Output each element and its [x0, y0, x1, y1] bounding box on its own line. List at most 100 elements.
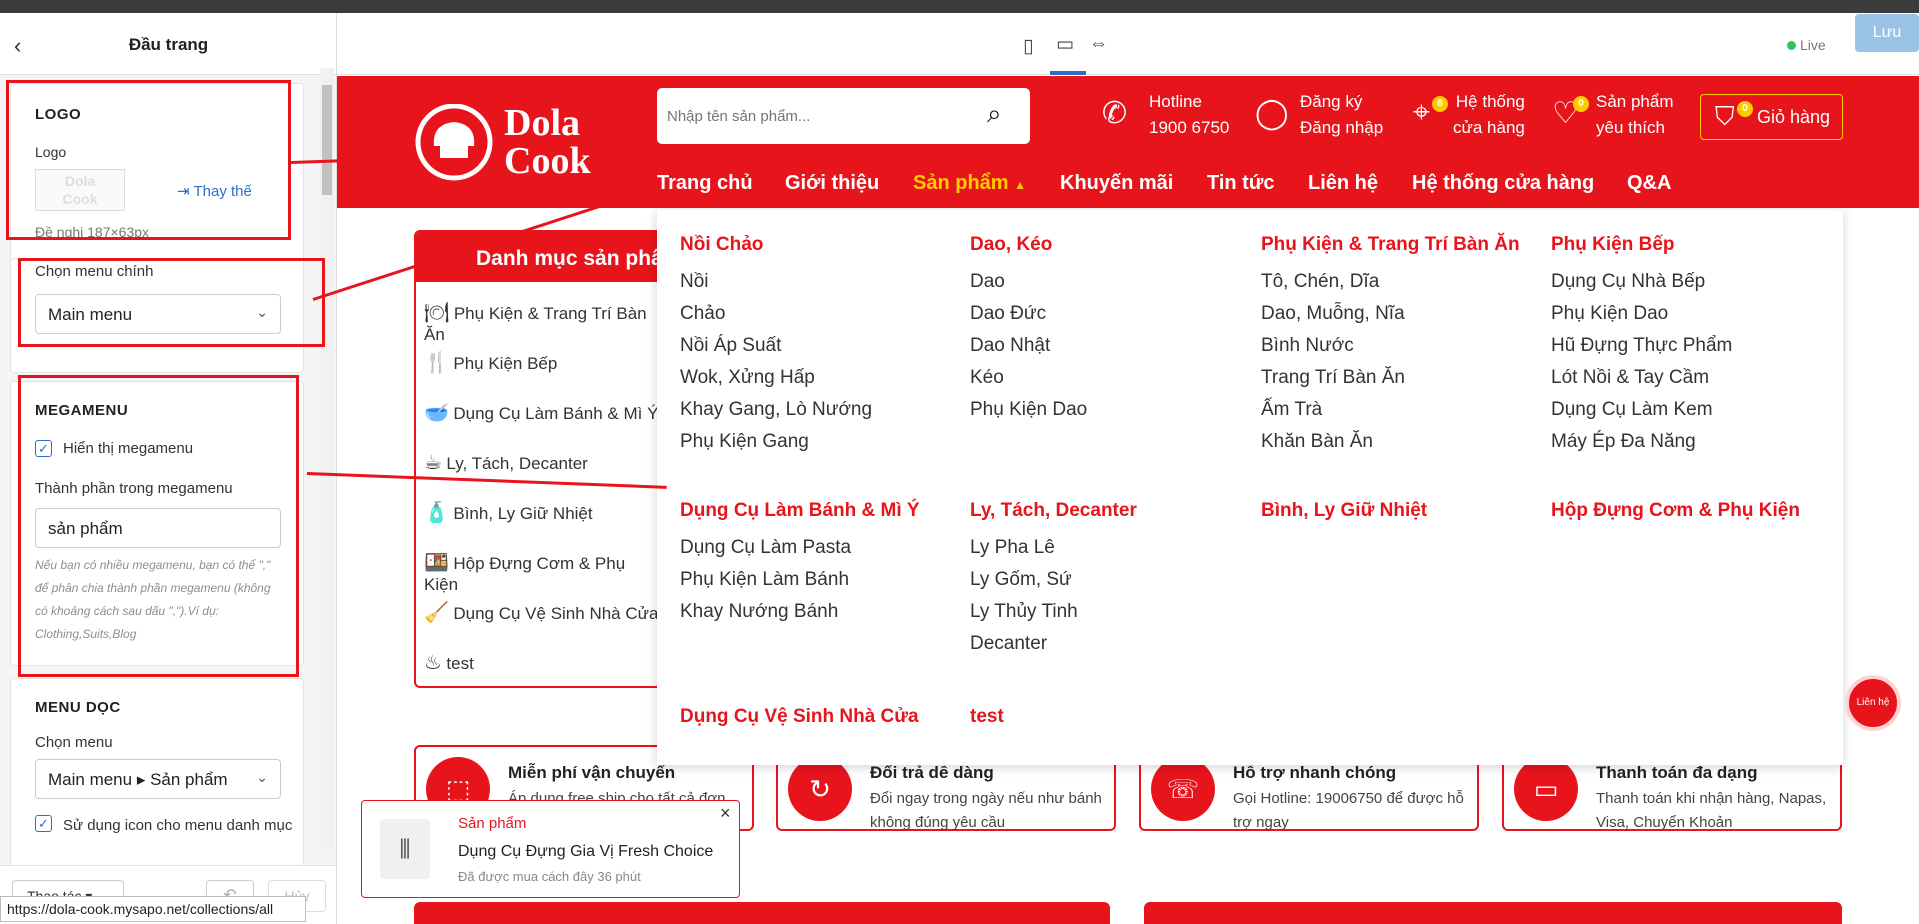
mega-item[interactable]: Ly Thủy Tinh	[970, 596, 1137, 628]
purchase-notification: ⫴ Sản phẩm Dụng Cụ Đựng Gia Vị Fresh Cho…	[361, 800, 740, 898]
mega-item[interactable]: Dao Nhật	[970, 330, 1087, 362]
logo-text-line2: Cook	[504, 140, 591, 182]
credit-card-icon: ▭	[1514, 757, 1578, 821]
favorites-block[interactable]: Sản phẩm yêu thích	[1596, 89, 1674, 141]
category-item[interactable]: 🧹 Dụng Cụ Vệ Sinh Nhà Cửa	[424, 600, 658, 625]
mega-item[interactable]: Ly Gốm, Sứ	[970, 564, 1137, 596]
mega-item[interactable]: Khăn Bàn Ăn	[1261, 426, 1520, 458]
feature-desc: Đổi ngay trong ngày nếu như bánh không đ…	[870, 790, 1102, 831]
lunchbox-icon: 🍱	[424, 552, 449, 574]
nav-about[interactable]: Giới thiệu	[785, 172, 879, 195]
active-view-indicator	[1050, 71, 1086, 75]
chevron-down-icon: ⌄	[256, 769, 268, 785]
fullwidth-view-icon[interactable]: ⇔	[1089, 33, 1108, 55]
category-sidebar: Danh mục sản phẩm 🍽 Phụ Kiện & Trang Trí…	[414, 230, 662, 688]
account-block[interactable]: Đăng ký Đăng nhập	[1300, 89, 1383, 141]
site-search-input[interactable]	[667, 96, 967, 136]
mega-heading[interactable]: Bình, Ly Giữ Nhiệt	[1261, 500, 1427, 522]
mega-item[interactable]: Dao Đức	[970, 298, 1087, 330]
mega-column: Dao, Kéo Dao Dao Đức Dao Nhật Kéo Phụ Ki…	[970, 234, 1087, 426]
mega-item[interactable]: Bình Nước	[1261, 330, 1520, 362]
mega-item[interactable]: Ly Pha Lê	[970, 532, 1137, 564]
mega-item[interactable]: Trang Trí Bàn Ăn	[1261, 362, 1520, 394]
vertical-menu-card: MENU DỌC Chọn menu Main menu ▸ Sản phẩm ⌄…	[10, 678, 304, 878]
category-item[interactable]: 🍴 Phụ Kiện Bếp	[424, 350, 557, 375]
category-item[interactable]: 🍱 Hộp Đựng Cơm & Phụ Kiện	[424, 550, 660, 595]
notification-product[interactable]: Dụng Cụ Đựng Gia Vị Fresh Choice	[458, 843, 713, 861]
mega-item[interactable]: Phụ Kiện Gang	[680, 426, 872, 458]
mega-heading[interactable]: Dụng Cụ Làm Bánh & Mì Ý	[680, 500, 920, 522]
mega-item[interactable]: Nồi	[680, 266, 872, 298]
mega-item[interactable]: Kéo	[970, 362, 1087, 394]
mega-heading[interactable]: Dao, Kéo	[970, 234, 1087, 256]
nav-contact[interactable]: Liên hệ	[1308, 172, 1378, 195]
feature-title: Miễn phí vận chuyển	[508, 763, 676, 782]
chef-hat-small-icon: ♨	[424, 652, 442, 674]
desktop-view-icon[interactable]: ▭	[1056, 33, 1074, 56]
mega-heading[interactable]: test	[970, 706, 1004, 728]
status-url: https://dola-cook.mysapo.net/collections…	[0, 896, 306, 922]
cart-button[interactable]: ⛉ 0 Giỏ hàng	[1700, 94, 1843, 140]
nav-stores[interactable]: Hệ thống cửa hàng	[1412, 172, 1594, 195]
baking-bowl-icon: 🥣	[424, 402, 449, 424]
save-button[interactable]: Lưu	[1855, 14, 1919, 52]
nav-products[interactable]: Sản phẩm ▲	[913, 172, 1026, 195]
mega-item[interactable]: Khay Gang, Lò Nướng	[680, 394, 872, 426]
nav-promotions[interactable]: Khuyến mãi	[1060, 172, 1173, 195]
mobile-view-icon[interactable]: ▯	[1023, 35, 1033, 58]
mega-item[interactable]: Phụ Kiện Làm Bánh	[680, 564, 920, 596]
caret-up-icon: ▲	[1014, 178, 1027, 192]
nav-home[interactable]: Trang chủ	[657, 172, 753, 195]
product-thumbnail: ⫴	[380, 819, 430, 879]
mega-heading[interactable]: Phụ Kiện Bếp	[1551, 234, 1732, 256]
mega-item[interactable]: Máy Ép Đa Năng	[1551, 426, 1732, 458]
mega-item[interactable]: Ấm Trà	[1261, 394, 1520, 426]
category-item[interactable]: 🍽 Phụ Kiện & Trang Trí Bàn Ăn	[424, 300, 660, 345]
mega-heading[interactable]: Nồi Chảo	[680, 234, 872, 256]
hotline-block[interactable]: Hotline 1900 6750	[1149, 89, 1229, 141]
mega-item[interactable]: Chảo	[680, 298, 872, 330]
mega-heading[interactable]: Ly, Tách, Decanter	[970, 500, 1137, 522]
mega-item[interactable]: Nồi Áp Suất	[680, 330, 872, 362]
site-logo[interactable]: Dola Cook	[412, 104, 632, 184]
category-item[interactable]: 🥣 Dụng Cụ Làm Bánh & Mì Ý	[424, 400, 658, 425]
cleaning-icon: 🧹	[424, 602, 449, 624]
mega-column: Phụ Kiện & Trang Trí Bàn Ăn Tô, Chén, Dĩ…	[1261, 234, 1520, 458]
table-setting-icon: 🍽	[424, 302, 450, 324]
vertical-menu-select[interactable]: Main menu ▸ Sản phẩm ⌄	[35, 759, 281, 799]
mega-item[interactable]: Dụng Cụ Làm Kem	[1551, 394, 1732, 426]
stores-block[interactable]: Hệ thống cửa hàng	[1453, 89, 1525, 141]
feature-desc: Thanh toán khi nhận hàng, Napas, Visa, C…	[1596, 790, 1827, 831]
mega-heading[interactable]: Dụng Cụ Vệ Sinh Nhà Cửa	[680, 706, 919, 728]
nav-news[interactable]: Tin tức	[1207, 172, 1274, 195]
mega-item[interactable]: Dao	[970, 266, 1087, 298]
live-label: Live	[1800, 37, 1826, 53]
mega-column: Bình, Ly Giữ Nhiệt	[1261, 500, 1427, 522]
mega-list: Ly Pha Lê Ly Gốm, Sứ Ly Thủy Tinh Decant…	[970, 532, 1137, 660]
contact-chat-button[interactable]: Liên hệ	[1845, 675, 1901, 731]
mega-item[interactable]: Hũ Đựng Thực Phẩm	[1551, 330, 1732, 362]
use-icon-checkbox[interactable]: ✓	[35, 815, 52, 832]
search-icon[interactable]: ⌕	[987, 98, 1002, 130]
category-item[interactable]: ☕ Ly, Tách, Decanter	[424, 450, 588, 475]
mega-item[interactable]: Tô, Chén, Dĩa	[1261, 266, 1520, 298]
mega-item[interactable]: Dao, Muỗng, Nĩa	[1261, 298, 1520, 330]
mega-item[interactable]: Wok, Xửng Hấp	[680, 362, 872, 394]
mega-item[interactable]: Decanter	[970, 628, 1137, 660]
mega-item[interactable]: Dụng Cụ Nhà Bếp	[1551, 266, 1732, 298]
mega-item[interactable]: Dụng Cụ Làm Pasta	[680, 532, 920, 564]
support-agent-icon: ☏	[1151, 757, 1215, 821]
section-banner	[1144, 902, 1842, 924]
mega-heading[interactable]: Phụ Kiện & Trang Trí Bàn Ăn	[1261, 234, 1520, 256]
mega-item[interactable]: Phụ Kiện Dao	[970, 394, 1087, 426]
mega-item[interactable]: Phụ Kiện Dao	[1551, 298, 1732, 330]
mega-heading[interactable]: Hộp Đựng Cơm & Phụ Kiện	[1551, 500, 1800, 522]
nav-qa[interactable]: Q&A	[1627, 172, 1671, 195]
category-item[interactable]: ♨ test	[424, 650, 474, 675]
mega-item[interactable]: Lót Nồi & Tay Cầm	[1551, 362, 1732, 394]
mega-list: Dụng Cụ Nhà Bếp Phụ Kiện Dao Hũ Đựng Thự…	[1551, 266, 1732, 458]
mega-item[interactable]: Khay Nướng Bánh	[680, 596, 920, 628]
close-icon[interactable]: ×	[720, 803, 731, 824]
panel-scrollbar-thumb[interactable]	[322, 85, 332, 195]
category-item[interactable]: 🧴 Bình, Ly Giữ Nhiệt	[424, 500, 593, 525]
